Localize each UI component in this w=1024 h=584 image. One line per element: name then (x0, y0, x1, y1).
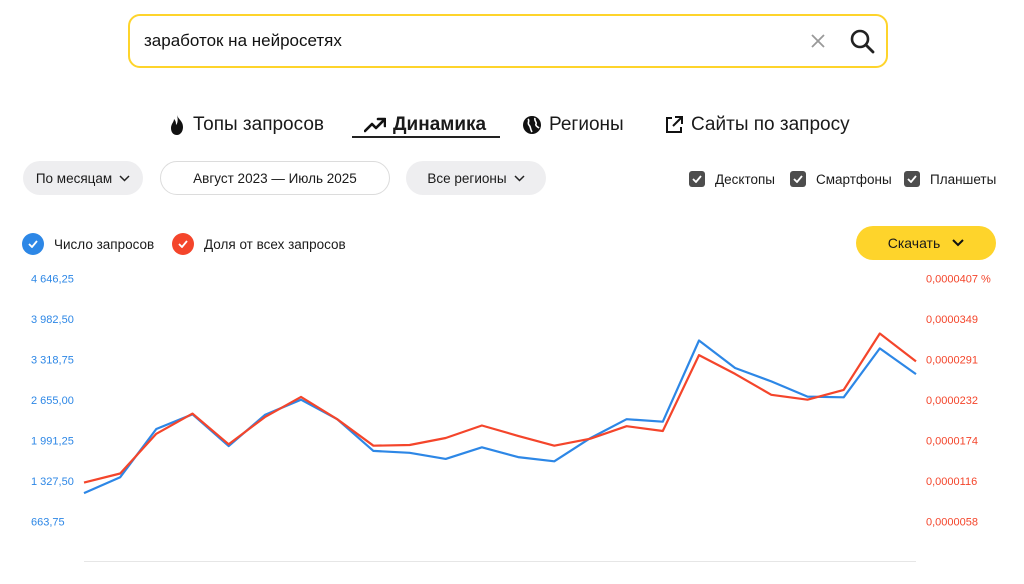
checkbox-label: Планшеты (930, 171, 997, 187)
chevron-down-icon (514, 174, 525, 182)
y-right-tick-label: 0,0000232 (926, 395, 978, 407)
chevron-down-icon (119, 174, 130, 182)
legend-label: Число запросов (54, 236, 155, 252)
legend-label: Доля от всех запросов (204, 236, 346, 252)
series-line-queries-count (83, 339, 917, 495)
download-label: Скачать (887, 235, 941, 251)
check-icon (904, 171, 920, 187)
tab-label: Топы запросов (193, 114, 324, 135)
chevron-down-icon (952, 239, 964, 247)
external-link-icon (666, 116, 683, 133)
y-right-tick-label: 0,0000291 (926, 355, 978, 367)
tab-label: Регионы (549, 114, 624, 135)
legend-queries-count[interactable]: Число запросов (22, 232, 154, 256)
y-right-tick-label: 0,0000058 (926, 517, 978, 529)
y-left-tick-label: 2 655,00 (31, 395, 74, 407)
search-input[interactable]: заработок на нейросетях (144, 16, 342, 66)
check-icon (172, 233, 194, 255)
tabs-bar: Топы запросов Динамика Регионы Сайты по … (0, 110, 1024, 142)
checkbox-tablets[interactable]: Планшеты (904, 170, 996, 188)
y-left-tick-label: 1 327,50 (31, 476, 74, 488)
y-right-tick-label: 0,0000174 (926, 436, 978, 448)
tab-label: Динамика (393, 114, 487, 135)
y-left-tick-label: 3 318,75 (31, 355, 74, 367)
region-select[interactable]: Все регионы (406, 161, 546, 195)
y-right-tick-label: 0,0000349 (926, 314, 978, 326)
search-box[interactable]: заработок на нейросетях (128, 14, 888, 68)
y-right-tick-label: 0,0000116 (926, 476, 977, 488)
checkbox-smartphones[interactable]: Смартфоны (790, 170, 892, 188)
period-label: По месяцам (35, 170, 113, 186)
series-line-queries-share (83, 332, 917, 484)
checkbox-label: Смартфоны (816, 171, 892, 187)
y-left-tick-label: 663,75 (31, 517, 65, 529)
y-left-tick-label: 3 982,50 (31, 314, 74, 326)
period-select[interactable]: По месяцам (23, 161, 143, 195)
trend-icon (364, 117, 386, 133)
search-icon[interactable] (849, 28, 875, 54)
y-left-tick-label: 4 646,25 (31, 274, 74, 286)
dynamics-chart: 663,75 1 327,50 1 991,25 2 655,00 3 318,75 3 … (31, 274, 991, 562)
clear-icon[interactable] (810, 33, 826, 49)
y-right-tick-label: 0,0000407 % (926, 274, 991, 286)
date-range-select[interactable]: Август 2023 — Июль 2025 (160, 161, 390, 195)
fire-icon (171, 115, 183, 135)
checkbox-label: Десктопы (715, 171, 776, 187)
region-label: Все регионы (427, 170, 507, 186)
check-icon (22, 233, 44, 255)
legend-queries-share[interactable]: Доля от всех запросов (172, 232, 346, 256)
y-left-tick-label: 1 991,25 (31, 436, 74, 448)
date-range-label: Август 2023 — Июль 2025 (193, 170, 357, 186)
check-icon (790, 171, 806, 187)
checkbox-desktops[interactable]: Десктопы (689, 170, 775, 188)
tab-top-queries[interactable]: Топы запросов (168, 110, 324, 140)
check-icon (689, 171, 705, 187)
globe-icon (523, 116, 541, 134)
tab-regions[interactable]: Регионы (522, 110, 624, 140)
download-button[interactable]: Скачать (856, 226, 996, 260)
active-tab-underline (352, 136, 500, 138)
tab-label: Сайты по запросу (691, 114, 850, 135)
tab-sites[interactable]: Сайты по запросу (664, 110, 850, 140)
